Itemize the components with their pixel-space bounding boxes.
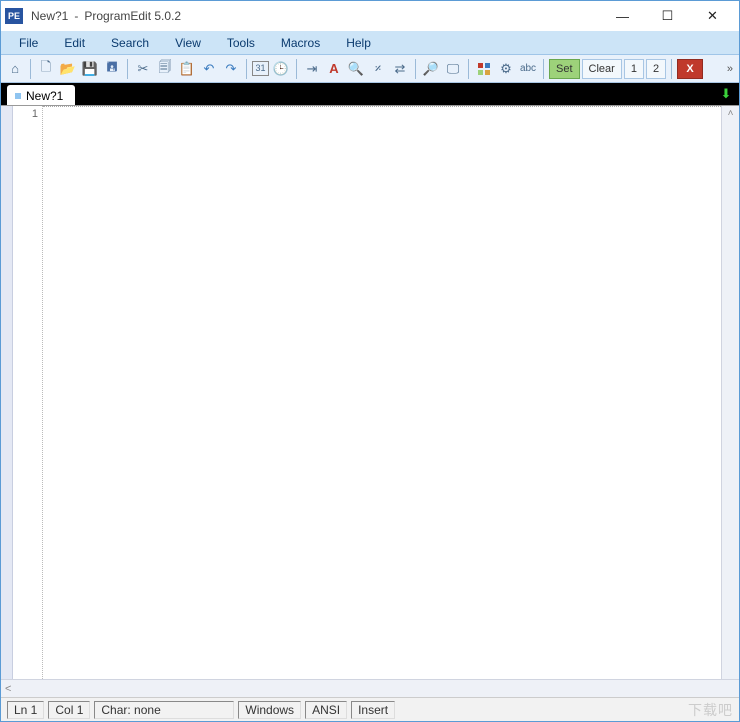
find-icon[interactable]: 🔍 xyxy=(346,59,366,79)
tab-strip: New?1 ⬇ xyxy=(1,83,739,105)
maximize-button[interactable]: ☐ xyxy=(645,2,690,30)
toolbar: ⌂ 🗋 📂 💾 🖪 ✂ 🗐 📋 ↶ ↷ 31 🕒 ⇥ A 🔍 𝄎 ⇄ 🔎 🖵 ⚙… xyxy=(1,55,739,83)
close-doc-button[interactable]: X xyxy=(677,59,703,79)
menu-edit[interactable]: Edit xyxy=(52,33,97,53)
cut-icon[interactable]: ✂ xyxy=(133,59,153,79)
copy-icon[interactable]: 🗐 xyxy=(155,59,175,79)
minimize-button[interactable]: — xyxy=(600,2,645,30)
tab-label: New?1 xyxy=(26,89,63,103)
font-color-icon[interactable]: A xyxy=(324,59,344,79)
grid-icon[interactable] xyxy=(474,59,494,79)
line-gutter: 1 xyxy=(13,106,43,679)
clock-icon[interactable]: 🕒 xyxy=(271,59,291,79)
horizontal-scroll[interactable]: < xyxy=(1,679,739,697)
bookmark-1-button[interactable]: 1 xyxy=(624,59,644,79)
indent-icon[interactable]: ⇥ xyxy=(302,59,322,79)
title-sep: - xyxy=(68,9,84,23)
status-platform: Windows xyxy=(238,701,301,719)
bookmark-2-button[interactable]: 2 xyxy=(646,59,666,79)
settings-icon[interactable]: ⚙ xyxy=(496,59,516,79)
menu-macros[interactable]: Macros xyxy=(269,33,332,53)
status-col: Col 1 xyxy=(48,701,90,719)
menu-tools[interactable]: Tools xyxy=(215,33,267,53)
undo-icon[interactable]: ↶ xyxy=(199,59,219,79)
status-insert-mode[interactable]: Insert xyxy=(351,701,395,719)
status-bar: Ln 1 Col 1 Char: none Windows ANSI Inser… xyxy=(1,697,739,721)
editor-area: 1 ˄ xyxy=(1,105,739,679)
menu-view[interactable]: View xyxy=(163,33,213,53)
save-all-icon[interactable]: 🖪 xyxy=(102,59,122,79)
find-in-files-icon[interactable]: 🔎 xyxy=(421,59,441,79)
margin-stripe xyxy=(1,106,13,679)
menu-search[interactable]: Search xyxy=(99,33,161,53)
new-file-icon[interactable]: 🗋 xyxy=(36,59,56,79)
app-icon: PE xyxy=(5,8,23,24)
set-button[interactable]: Set xyxy=(549,59,580,79)
vertical-scroll[interactable]: ˄ xyxy=(721,106,739,679)
clear-button[interactable]: Clear xyxy=(582,59,622,79)
save-icon[interactable]: 💾 xyxy=(80,59,100,79)
status-line: Ln 1 xyxy=(7,701,44,719)
title-bar: PE New?1 - ProgramEdit 5.0.2 — ☐ ✕ xyxy=(1,1,739,31)
menu-file[interactable]: File xyxy=(7,33,50,53)
redo-icon[interactable]: ↷ xyxy=(221,59,241,79)
paste-icon[interactable]: 📋 xyxy=(177,59,197,79)
text-editor[interactable] xyxy=(43,106,721,679)
status-char: Char: none xyxy=(94,701,234,719)
home-icon[interactable]: ⌂ xyxy=(5,59,25,79)
toolbar-overflow-icon[interactable]: » xyxy=(727,63,735,75)
menu-help[interactable]: Help xyxy=(334,33,383,53)
find-next-icon[interactable]: 𝄎 xyxy=(368,59,388,79)
browse-icon[interactable]: 🖵 xyxy=(443,59,463,79)
app-name: ProgramEdit 5.0.2 xyxy=(84,9,181,23)
line-number: 1 xyxy=(13,108,38,120)
doc-name: New?1 xyxy=(31,9,68,23)
menu-bar: File Edit Search View Tools Macros Help xyxy=(1,31,739,55)
replace-icon[interactable]: ⇄ xyxy=(390,59,410,79)
close-button[interactable]: ✕ xyxy=(690,2,735,30)
open-file-icon[interactable]: 📂 xyxy=(58,59,78,79)
download-icon[interactable]: ⬇ xyxy=(719,87,733,101)
spellcheck-icon[interactable]: abc xyxy=(518,59,538,79)
status-encoding: ANSI xyxy=(305,701,347,719)
document-tab[interactable]: New?1 xyxy=(7,85,75,105)
calendar-icon[interactable]: 31 xyxy=(252,61,269,76)
watermark: 下载吧 xyxy=(688,700,733,720)
